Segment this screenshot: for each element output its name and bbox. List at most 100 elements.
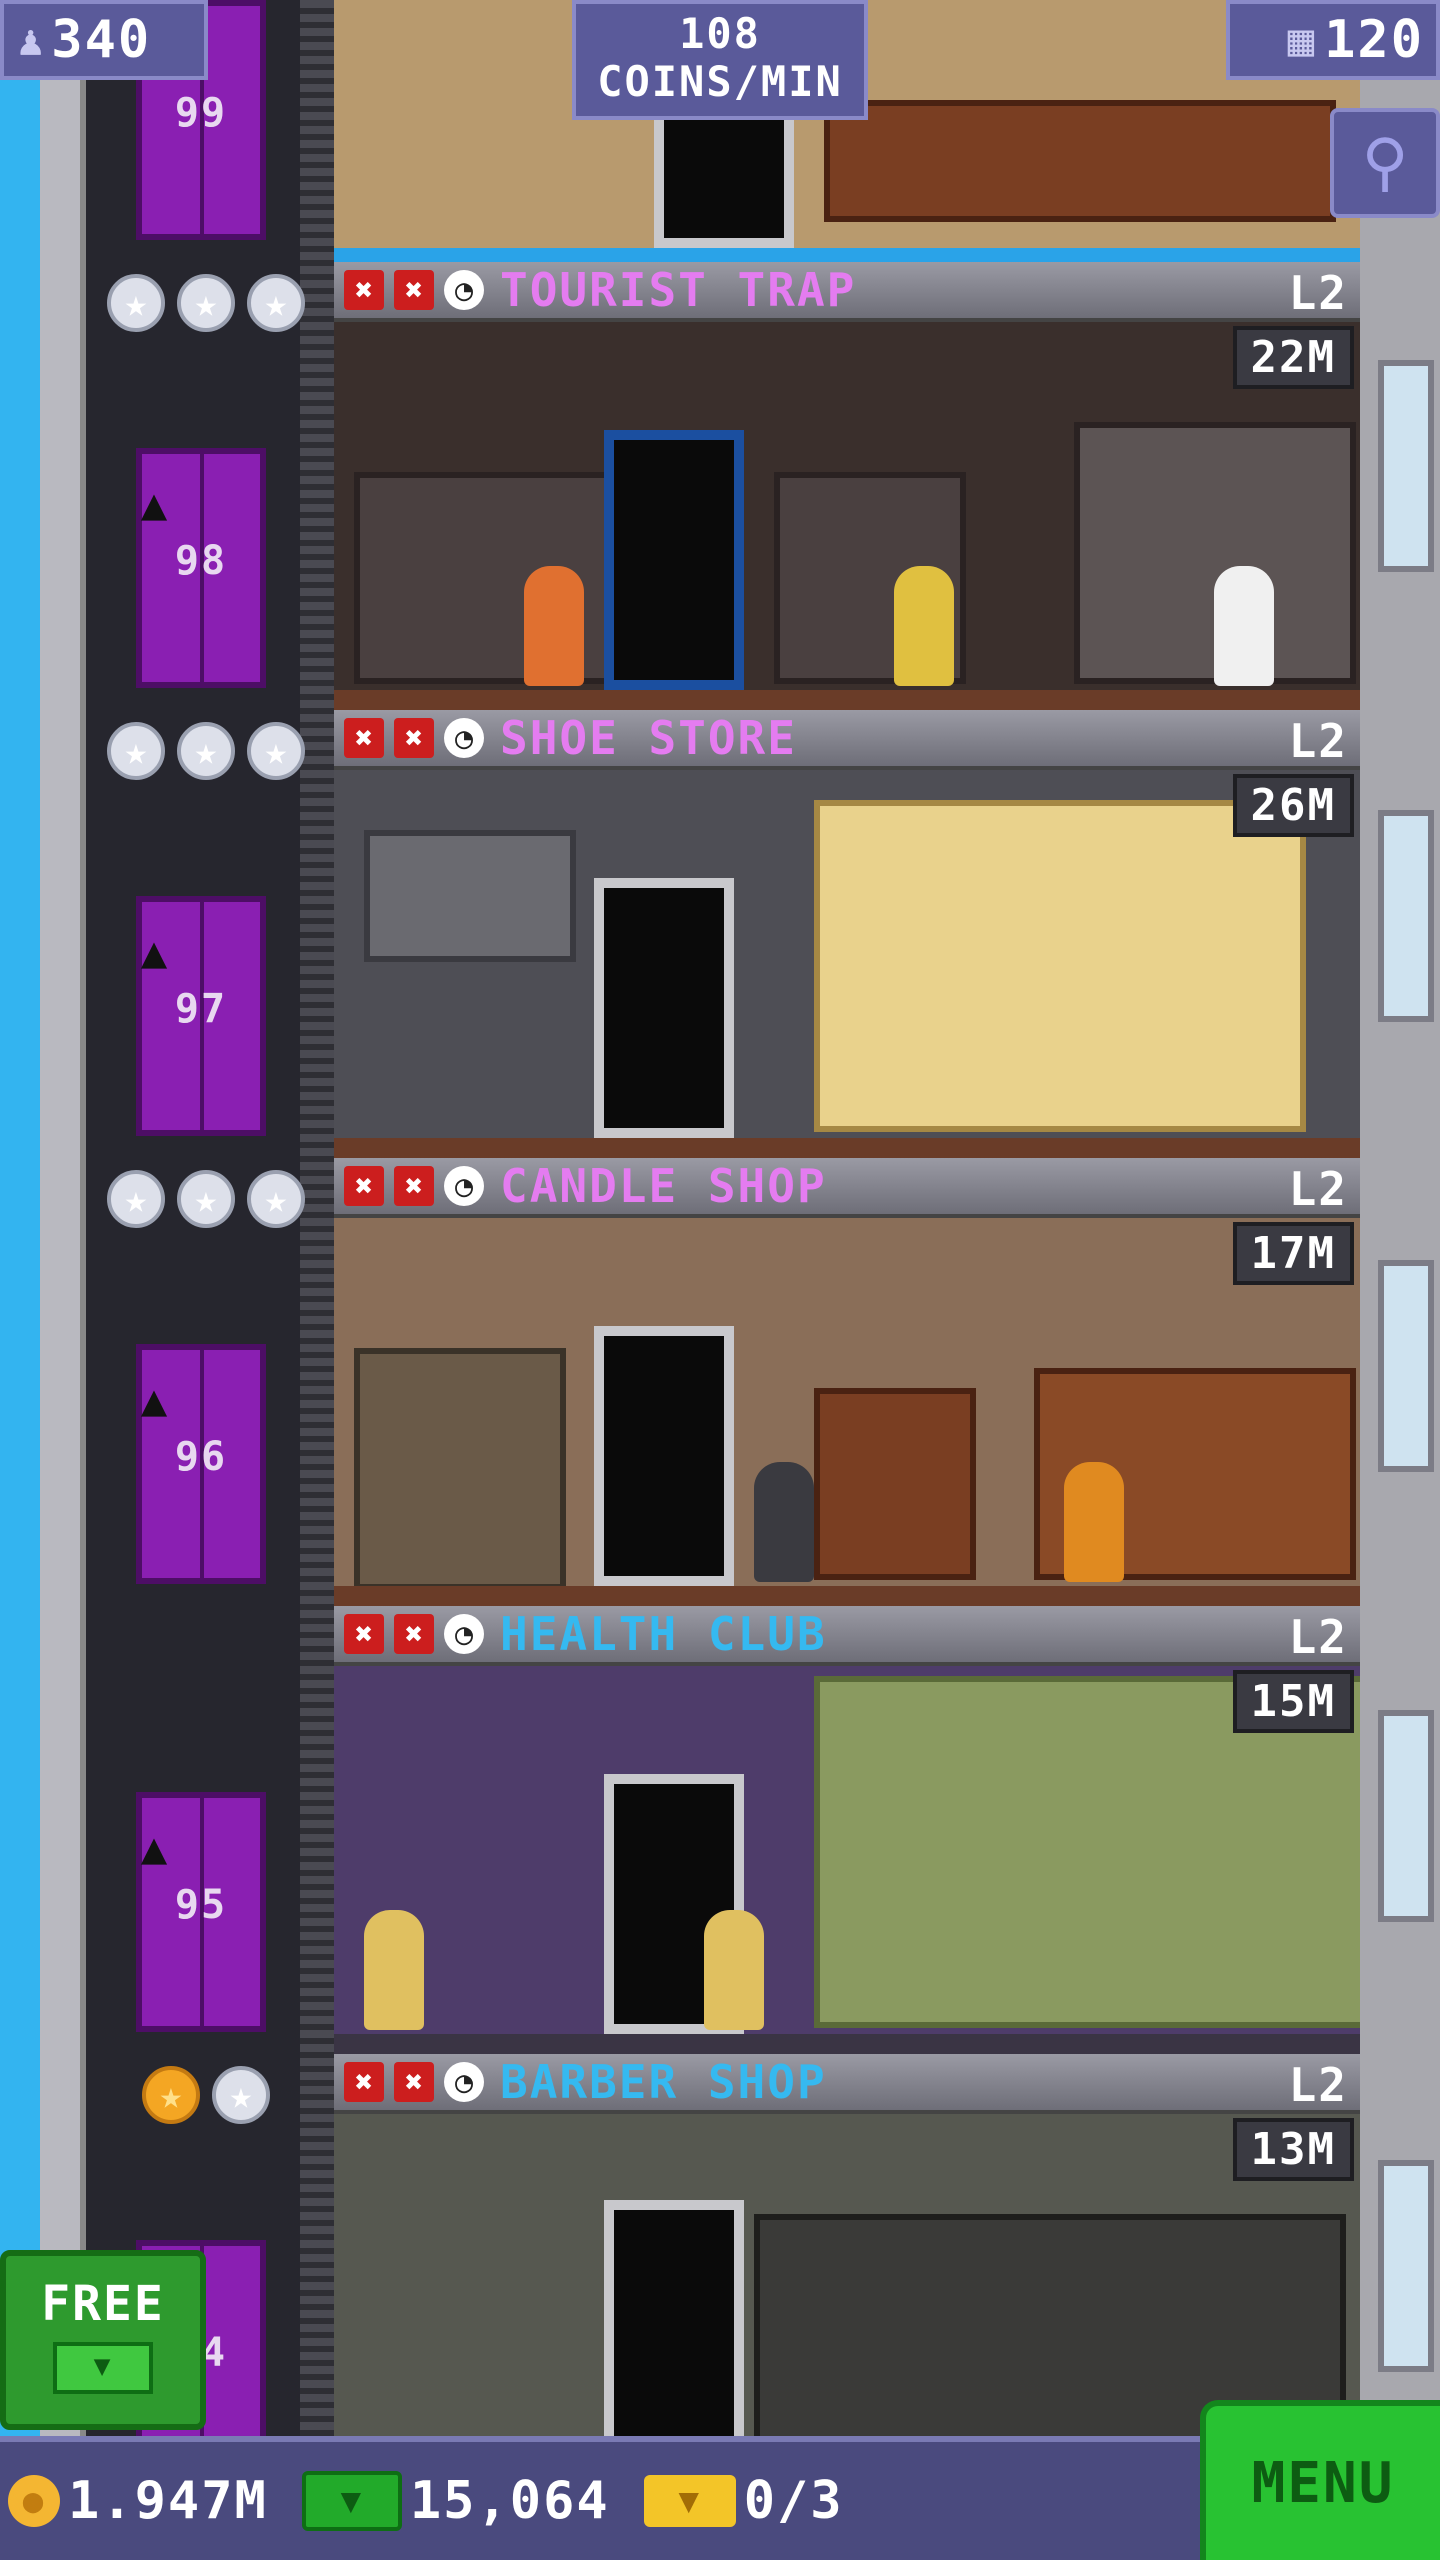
free-bux-button[interactable]: FREE ▼ bbox=[0, 2250, 206, 2430]
close-icon: ✖ bbox=[394, 718, 434, 758]
stock-badge: 22M bbox=[1232, 326, 1354, 389]
floor-name: BARBER SHOP bbox=[500, 2055, 827, 2109]
clock-icon: ◔ bbox=[444, 2062, 484, 2102]
clock-icon: ◔ bbox=[444, 1166, 484, 1206]
shop-shelf bbox=[824, 100, 1336, 222]
person-icon: ♟ bbox=[18, 15, 46, 65]
elevator-floor-number: 96 bbox=[174, 1434, 228, 1480]
bitizen[interactable] bbox=[1214, 566, 1274, 686]
elevator-floor-number: 97 bbox=[174, 986, 228, 1032]
silver-star-icon: ★ bbox=[107, 1170, 165, 1228]
tower-window bbox=[1378, 810, 1434, 1022]
shop-scene bbox=[334, 1666, 1360, 2054]
magnifier-icon: ⚲ bbox=[1361, 126, 1409, 200]
floor-header: ✖ ✖ ◔ SHOE STORE L2 bbox=[334, 710, 1360, 770]
tower-window bbox=[1378, 1710, 1434, 1922]
stock-badge: 15M bbox=[1232, 1670, 1354, 1733]
silver-star-icon: ★ bbox=[177, 722, 235, 780]
coins-per-minute: 108 COINS/MIN bbox=[572, 0, 868, 120]
silver-star-icon: ★ bbox=[107, 722, 165, 780]
candle-shelf bbox=[354, 1348, 566, 1590]
floor-baseline bbox=[334, 1586, 1360, 1606]
close-icon: ✖ bbox=[344, 270, 384, 310]
floor-name: SHOE STORE bbox=[500, 711, 797, 765]
bitizen[interactable] bbox=[1064, 1462, 1124, 1582]
bitizen[interactable] bbox=[524, 566, 584, 686]
silver-star-icon: ★ bbox=[247, 722, 305, 780]
close-icon: ✖ bbox=[394, 1614, 434, 1654]
floor-baseline bbox=[334, 1138, 1360, 1158]
floor-shoe-store[interactable]: ✖ ✖ ◔ SHOE STORE L2 26M bbox=[334, 710, 1360, 1158]
silver-star-icon: ★ bbox=[177, 274, 235, 332]
clock-icon: ◔ bbox=[444, 718, 484, 758]
bux-value: 15,064 bbox=[409, 2471, 610, 2531]
tower-left-wall bbox=[40, 0, 86, 2560]
bat-icon: ▲ bbox=[140, 927, 168, 978]
floor-name: HEALTH CLUB bbox=[500, 1607, 827, 1661]
close-icon: ✖ bbox=[344, 1614, 384, 1654]
floor-header: ✖ ✖ ◔ HEALTH CLUB L2 bbox=[334, 1606, 1360, 1666]
silver-star-icon: ★ bbox=[177, 1170, 235, 1228]
bat-icon: ▲ bbox=[140, 1823, 168, 1874]
floor-baseline bbox=[334, 690, 1360, 710]
elevator-floor-number: 95 bbox=[174, 1882, 228, 1928]
floor-count-value: 120 bbox=[1324, 10, 1424, 70]
elevator-floor-96[interactable]: ★ ★ ★ ▲ 96 bbox=[86, 1164, 316, 1612]
elevator-floor-number: 98 bbox=[174, 538, 228, 584]
silver-star-icon: ★ bbox=[107, 274, 165, 332]
population-counter[interactable]: ♟ 340 bbox=[0, 0, 208, 80]
star-rating: ★ ★ ★ bbox=[96, 716, 316, 786]
elevator-floor-95[interactable]: ▲ 95 bbox=[86, 1612, 316, 2060]
floor-header: ✖ ✖ ◔ TOURIST TRAP L2 bbox=[334, 262, 1360, 322]
floor-level: L2 bbox=[1288, 266, 1348, 320]
floor-header: ✖ ✖ ◔ CANDLE SHOP L2 bbox=[334, 1158, 1360, 1218]
close-icon: ✖ bbox=[394, 2062, 434, 2102]
shop-scene bbox=[334, 770, 1360, 1158]
coins-value: 1.947M bbox=[68, 2471, 268, 2531]
elevator-floor-98[interactable]: ★ ★ ★ ▲ 98 bbox=[86, 268, 316, 716]
tower-window bbox=[1378, 2160, 1434, 2372]
floor-name: TOURIST TRAP bbox=[500, 263, 857, 317]
close-icon: ✖ bbox=[394, 1166, 434, 1206]
shoe-poster bbox=[364, 830, 576, 962]
floor-name: CANDLE SHOP bbox=[500, 1159, 827, 1213]
elevator-floor-97[interactable]: ★ ★ ★ ▲ 97 bbox=[86, 716, 316, 1164]
population-value: 340 bbox=[51, 10, 152, 70]
bitizen[interactable] bbox=[364, 1910, 424, 2030]
floor-header: ✖ ✖ ◔ BARBER SHOP L2 bbox=[334, 2054, 1360, 2114]
ticket-icon: ▼ bbox=[643, 2475, 736, 2527]
clock-icon: ◔ bbox=[444, 270, 484, 310]
floor-candle-shop[interactable]: ✖ ✖ ◔ CANDLE SHOP L2 17M bbox=[334, 1158, 1360, 1606]
close-icon: ✖ bbox=[344, 1166, 384, 1206]
floor-level: L2 bbox=[1288, 714, 1348, 768]
star-rating: ★ ★ ★ bbox=[96, 268, 316, 338]
silver-star-icon: ★ bbox=[247, 1170, 305, 1228]
stock-badge: 26M bbox=[1232, 774, 1354, 837]
menu-button[interactable]: MENU bbox=[1200, 2400, 1440, 2560]
close-icon: ✖ bbox=[344, 718, 384, 758]
bitizen[interactable] bbox=[894, 566, 954, 686]
shop-scene bbox=[334, 1218, 1360, 1606]
floor-counter[interactable]: ▦ 120 bbox=[1226, 0, 1440, 80]
floor-tourist-trap[interactable]: ✖ ✖ ◔ TOURIST TRAP L2 22M bbox=[334, 262, 1360, 710]
tower-window bbox=[1378, 1260, 1434, 1472]
magnifier-button[interactable]: ⚲ bbox=[1330, 108, 1440, 218]
tickets-value: 0/3 bbox=[743, 2471, 844, 2531]
bux-icon: ▼ bbox=[53, 2342, 153, 2394]
shop-scene bbox=[334, 2114, 1360, 2440]
floor-level: L2 bbox=[1288, 1610, 1348, 1664]
clock-icon: ◔ bbox=[444, 1614, 484, 1654]
bux-icon: ▼ bbox=[301, 2471, 402, 2531]
bitizen[interactable] bbox=[704, 1910, 764, 2030]
floor-baseline bbox=[334, 2034, 1360, 2054]
free-label: FREE bbox=[41, 2276, 165, 2332]
shoe-shelf bbox=[814, 800, 1306, 1132]
shop-door bbox=[594, 1326, 734, 1586]
floor-health-club[interactable]: ✖ ✖ ◔ HEALTH CLUB L2 15M bbox=[334, 1606, 1360, 2054]
silver-star-icon: ★ bbox=[212, 2066, 270, 2124]
shop-door bbox=[604, 2200, 744, 2440]
shop-door bbox=[594, 878, 734, 1138]
coins-rate-unit: COINS/MIN bbox=[597, 57, 843, 106]
bitizen[interactable] bbox=[754, 1462, 814, 1582]
sky-background bbox=[0, 0, 40, 2560]
